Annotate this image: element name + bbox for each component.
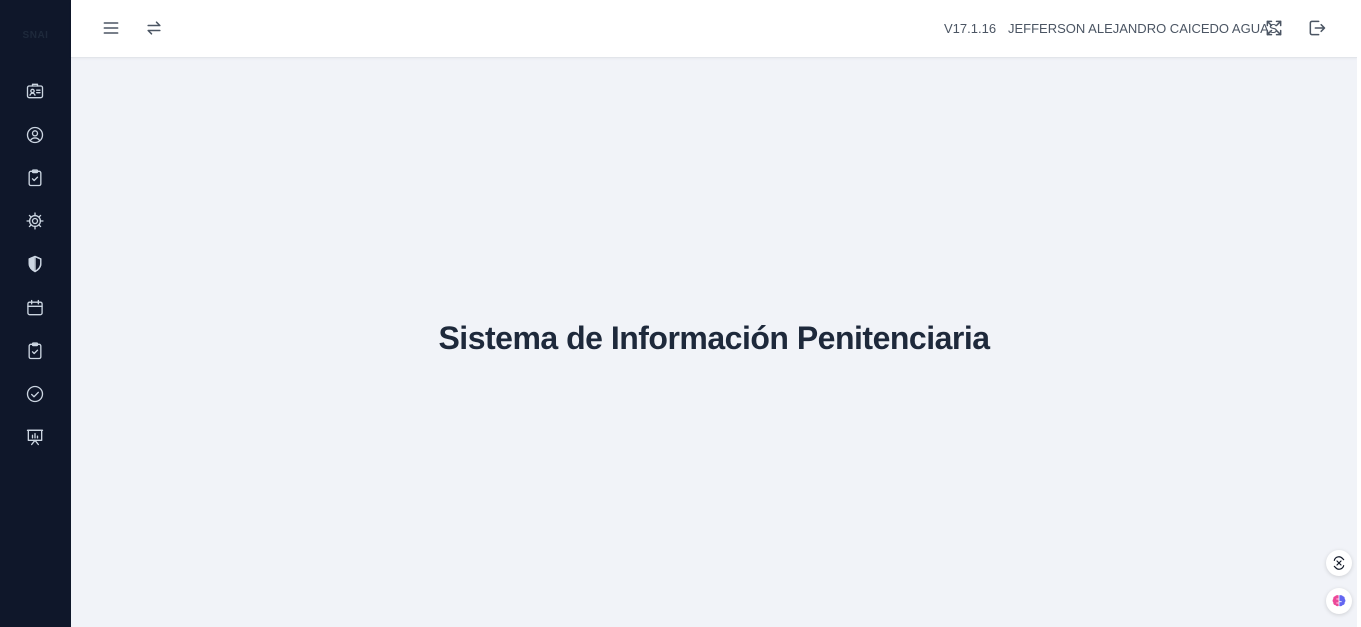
logout-icon[interactable] bbox=[1306, 17, 1328, 39]
app-logo: SNAI bbox=[22, 30, 49, 41]
translate-icon[interactable] bbox=[1326, 550, 1352, 576]
shield-icon[interactable] bbox=[24, 253, 46, 275]
user-circle-icon[interactable] bbox=[24, 124, 46, 146]
app-version: V17.1.16 bbox=[944, 21, 997, 36]
scrollbar-track bbox=[1357, 0, 1361, 627]
swap-arrows-icon[interactable] bbox=[143, 17, 165, 39]
clipboard-check-icon[interactable] bbox=[24, 340, 46, 362]
brain-icon[interactable] bbox=[1326, 588, 1352, 614]
presentation-chart-icon[interactable] bbox=[24, 426, 46, 448]
clipboard-check-icon[interactable] bbox=[24, 167, 46, 189]
hamburger-menu-icon[interactable] bbox=[100, 17, 122, 39]
id-card-icon[interactable] bbox=[24, 80, 46, 102]
top-bar: V17.1.16 JEFFERSON ALEJANDRO CAICEDO AGU… bbox=[71, 0, 1357, 58]
page-title: Sistema de Información Penitenciaria bbox=[438, 320, 990, 356]
fullscreen-icon[interactable] bbox=[1263, 17, 1285, 39]
gear-icon[interactable] bbox=[24, 210, 46, 232]
check-circle-icon[interactable] bbox=[24, 383, 46, 405]
user-name[interactable]: JEFFERSON ALEJANDRO CAICEDO AGUAS bbox=[1008, 21, 1277, 36]
calendar-icon[interactable] bbox=[24, 297, 46, 319]
sidebar: SNAI bbox=[0, 0, 71, 627]
